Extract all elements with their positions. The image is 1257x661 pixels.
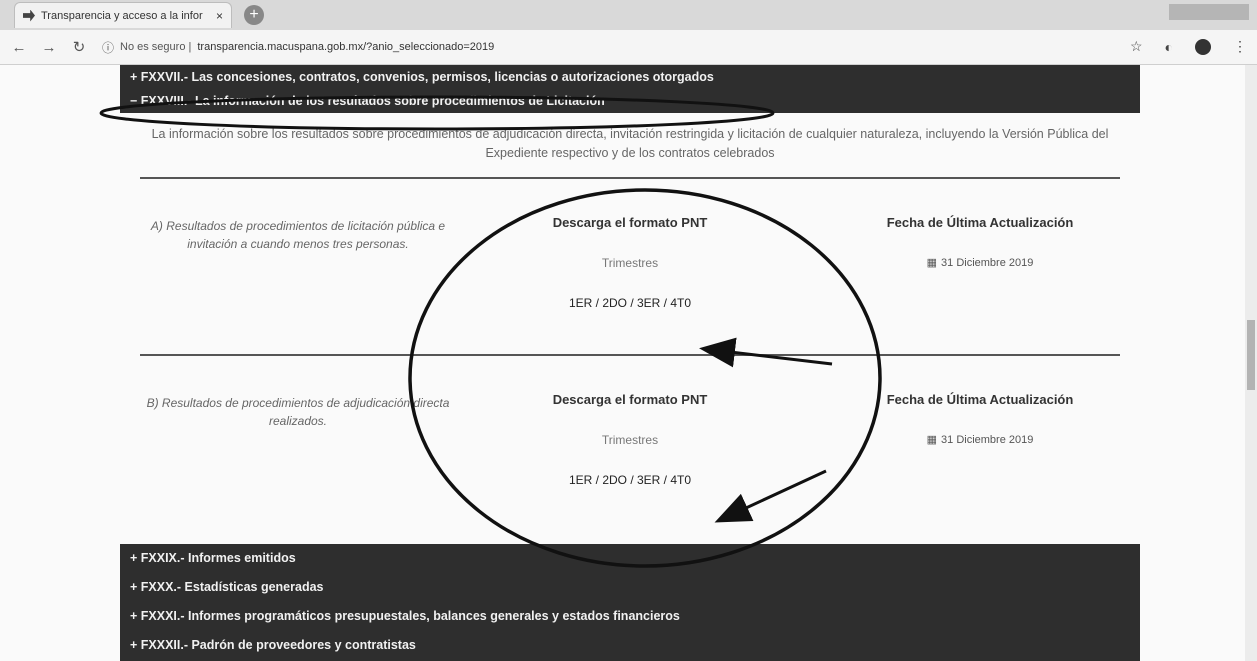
section-fxxix[interactable]: + FXXIX.- Informes emitidos (120, 544, 1140, 573)
window-controls[interactable] (1169, 4, 1249, 20)
back-icon[interactable]: ← (8, 39, 30, 56)
transparency-list: + FXXVII.- Las concesiones, contratos, c… (120, 65, 1140, 661)
scrollbar-thumb[interactable] (1247, 320, 1255, 390)
item-b-download: Descarga el formato PNT Trimestres 1ER /… (480, 392, 780, 487)
item-a: A) Resultados de procedimientos de licit… (120, 179, 1140, 354)
section-description: La información sobre los resultados sobr… (151, 127, 1109, 160)
site-favicon-icon (23, 9, 35, 22)
quarter-links[interactable]: 1ER / 2DO / 3ER / 4T0 (480, 473, 780, 487)
date-heading: Fecha de Última Actualización (886, 215, 1074, 230)
section-fxxxii[interactable]: + FXXXII.- Padrón de proveedores y contr… (120, 631, 1140, 660)
info-icon[interactable]: ⓘ (102, 39, 114, 56)
item-a-update: Fecha de Última Actualización ▦ 31 Diciem… (820, 215, 1140, 269)
toolbar-actions: ☆ ◐ ⋮ (1130, 38, 1247, 55)
extension-icon[interactable]: ◐ (1165, 39, 1173, 55)
profile-avatar[interactable] (1195, 38, 1211, 55)
item-b-title: B) Resultados de procedimientos de adjud… (146, 396, 450, 428)
update-date-text: 31 Diciembre 2019 (941, 257, 1034, 269)
security-label: No es seguro (120, 41, 186, 53)
update-date: ▦ 31 Diciembre 2019 (820, 433, 1140, 446)
item-b-update: Fecha de Última Actualización ▦ 31 Diciem… (820, 392, 1140, 446)
download-heading: Descarga el formato PNT (552, 215, 708, 230)
update-date-text: 31 Diciembre 2019 (941, 434, 1034, 446)
collapsed-sections: + FXXIX.- Informes emitidos + FXXX.- Est… (120, 544, 1140, 661)
tab-title: Transparencia y acceso a la infor (41, 9, 203, 22)
bookmark-star-icon[interactable]: ☆ (1130, 38, 1143, 55)
browser-toolbar: ← → ↻ ⓘ No es seguro | transparencia.mac… (0, 30, 1257, 65)
tab-bar: Transparencia y acceso a la infor × + (0, 0, 1257, 30)
trimestres-label: Trimestres (601, 433, 659, 447)
scrollbar[interactable] (1245, 65, 1257, 661)
section-fxxviii[interactable]: − FXXVIII.- La información de los result… (120, 89, 1140, 113)
item-b: B) Resultados de procedimientos de adjud… (120, 356, 1140, 531)
forward-icon[interactable]: → (38, 39, 60, 56)
update-date: ▦ 31 Diciembre 2019 (820, 256, 1140, 269)
trimestres-label: Trimestres (601, 256, 659, 270)
download-heading: Descarga el formato PNT (552, 392, 708, 407)
section-fxxx[interactable]: + FXXX.- Estadísticas generadas (120, 573, 1140, 602)
calendar-icon: ▦ (926, 434, 938, 446)
reload-icon[interactable]: ↻ (68, 38, 90, 56)
new-tab-button[interactable]: + (244, 5, 264, 25)
url-text: transparencia.macuspana.gob.mx/?anio_sel… (197, 41, 495, 53)
quarter-links[interactable]: 1ER / 2DO / 3ER / 4T0 (480, 296, 780, 310)
close-tab-icon[interactable]: × (216, 9, 223, 23)
menu-icon[interactable]: ⋮ (1233, 38, 1247, 55)
date-heading: Fecha de Última Actualización (886, 392, 1074, 407)
item-a-title: A) Resultados de procedimientos de licit… (150, 219, 446, 251)
page-viewport: + FXXVII.- Las concesiones, contratos, c… (0, 65, 1245, 661)
url-separator: | (185, 41, 192, 53)
section-fxxvii[interactable]: + FXXVII.- Las concesiones, contratos, c… (120, 65, 1140, 89)
item-a-download: Descarga el formato PNT Trimestres 1ER /… (480, 215, 780, 310)
section-fxxxi[interactable]: + FXXXI.- Informes programáticos presupu… (120, 602, 1140, 631)
calendar-icon: ▦ (926, 257, 938, 269)
address-bar[interactable]: ⓘ No es seguro | transparencia.macuspana… (102, 36, 1142, 58)
browser-tab[interactable]: Transparencia y acceso a la infor × (14, 2, 232, 28)
